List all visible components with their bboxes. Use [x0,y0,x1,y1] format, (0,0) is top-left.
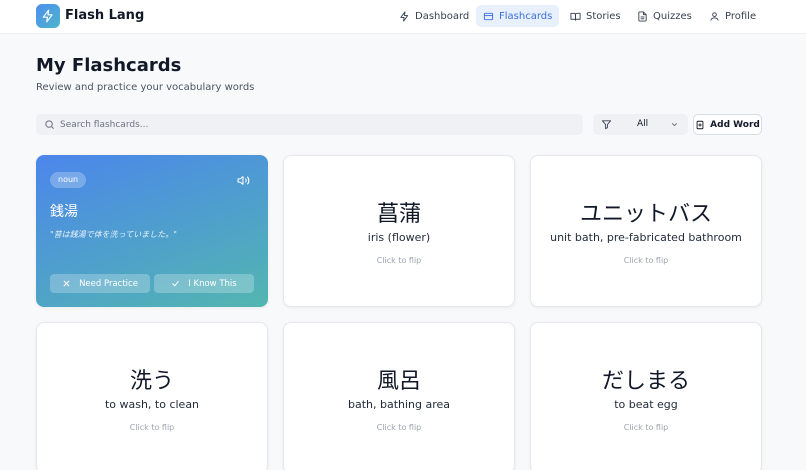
filter-icon [601,120,612,130]
add-note-icon [696,120,704,129]
nav-item-stories[interactable]: Stories [563,5,628,27]
i-know-this-button[interactable]: I Know This [154,274,254,293]
nav-item-label: Flashcards [499,10,553,22]
nav-item-label: Stories [586,10,621,22]
flashcard-word: 銭湯 [50,204,78,220]
example-sentence: "昔は銭湯で体を洗っていました。" [50,230,177,239]
flashcard[interactable]: だしまる to beat egg Click to flip [530,322,762,470]
flip-hint: Click to flip [376,256,422,265]
search-box [36,114,583,135]
chevron-down-icon [671,123,678,127]
nav-item-flashcards[interactable]: Flashcards [476,5,560,27]
need-practice-button[interactable]: Need Practice [50,274,150,293]
document-icon [638,10,647,22]
nav-item-label: Dashboard [415,10,470,22]
search-input[interactable] [60,114,575,135]
flashcard-word: だしまる [601,369,690,394]
nav-item-label: Profile [725,10,757,22]
filter-select[interactable]: All [593,114,688,135]
nav-item-quizzes[interactable]: Quizzes [630,5,699,27]
book-icon [570,12,581,21]
logo-icon[interactable] [36,4,60,28]
flashcard-meaning: to beat egg [614,398,678,411]
flashcard-flipped[interactable]: noun 銭湯 "昔は銭湯で体を洗っていました。" Need Practice … [36,155,268,307]
flashcard-meaning: iris (flower) [367,231,431,244]
nav-item-label: Quizzes [653,10,692,22]
flashcard-word: 洗う [129,369,174,394]
add-word-button[interactable]: Add Word [693,114,762,135]
flashcard[interactable]: 菖蒲 iris (flower) Click to flip [283,155,515,307]
page-title: My Flashcards [36,55,182,76]
flashcard[interactable]: 洗う to wash, to clean Click to flip [36,322,268,470]
flashcard-meaning: unit bath, pre-fabricated bathroom [550,231,742,244]
nav-item-profile[interactable]: Profile [702,5,763,27]
filter-selected-value: All [637,119,649,129]
app-name[interactable]: Flash Lang [65,8,144,23]
check-icon [172,280,180,287]
flip-hint: Click to flip [129,423,175,432]
close-icon [63,280,70,287]
flashcard[interactable]: 風呂 bath, bathing area Click to flip [283,322,515,470]
speaker-icon[interactable] [237,174,250,187]
search-icon [45,120,54,129]
nav-item-dashboard[interactable]: Dashboard [392,5,476,27]
flip-hint: Click to flip [623,256,669,265]
card-icon [483,12,494,20]
flashcard-word: ユニットバス [579,202,712,227]
flashcard-word: 菖蒲 [376,202,421,227]
add-word-label: Add Word [710,119,760,130]
i-know-this-label: I Know This [188,278,237,289]
flip-hint: Click to flip [623,423,669,432]
flashcard[interactable]: ユニットバス unit bath, pre-fabricated bathroo… [530,155,762,307]
flashcard-word: 風呂 [376,369,421,394]
lightning-icon [400,10,409,22]
flashcard-meaning: to wash, to clean [104,398,200,411]
user-icon [710,11,719,21]
flip-hint: Click to flip [376,423,422,432]
part-of-speech-badge: noun [50,172,87,188]
top-navigation-bar: Flash Lang Dashboard Flashcards Stories … [0,0,806,34]
need-practice-label: Need Practice [79,278,138,289]
flashcard-meaning: bath, bathing area [347,398,451,411]
page-subtitle: Review and practice your vocabulary word… [36,82,255,93]
